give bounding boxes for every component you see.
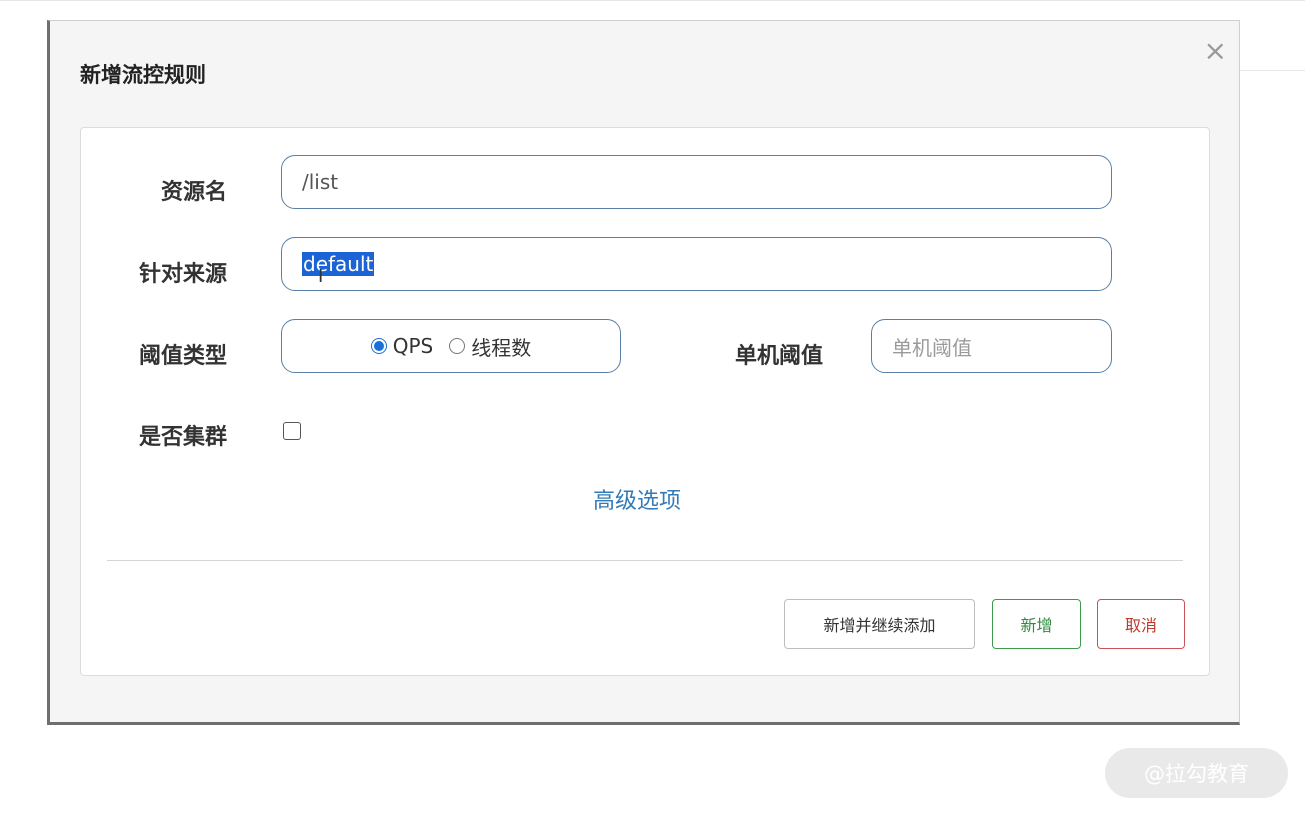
radio-unchecked-icon[interactable]: [449, 338, 466, 354]
page: 新增流控规则 × 资源名 /list 针对来源 default I 阈值类型 Q…: [0, 0, 1305, 816]
single-threshold-label: 单机阈值: [734, 344, 823, 369]
single-threshold-placeholder: 单机阈值: [892, 335, 972, 360]
origin-value-selected: default: [302, 252, 375, 276]
footer-divider: [107, 560, 1183, 561]
cancel-button[interactable]: 取消: [1097, 599, 1185, 649]
form-panel: 资源名 /list 针对来源 default I 阈值类型 QPS 线程数 单机…: [80, 127, 1210, 676]
bg-line: [0, 0, 1305, 1]
origin-label: 针对来源: [138, 262, 227, 287]
threshold-type-label: 阈值类型: [138, 344, 227, 369]
dialog-title: 新增流控规则: [80, 63, 206, 87]
origin-input[interactable]: default I: [281, 237, 1112, 291]
add-and-continue-button[interactable]: 新增并继续添加: [784, 599, 975, 649]
add-button[interactable]: 新增: [992, 599, 1081, 649]
threshold-type-radio-group: QPS 线程数: [281, 319, 621, 373]
radio-label-threads: 线程数: [471, 335, 532, 360]
radio-checked-icon[interactable]: [370, 338, 387, 354]
resource-name-label: 资源名: [160, 180, 227, 205]
radio-option-threads[interactable]: 线程数: [449, 332, 531, 361]
single-threshold-input[interactable]: 单机阈值: [871, 319, 1112, 373]
text-cursor-icon: I: [318, 266, 324, 287]
radio-label-qps: QPS: [392, 334, 434, 358]
resource-name-input[interactable]: /list: [281, 155, 1112, 209]
add-flow-rule-dialog: 新增流控规则 × 资源名 /list 针对来源 default I 阈值类型 Q…: [47, 20, 1240, 725]
advanced-options-link[interactable]: 高级选项: [593, 483, 681, 515]
close-icon[interactable]: ×: [1204, 37, 1227, 65]
cluster-label: 是否集群: [138, 425, 227, 450]
radio-option-qps[interactable]: QPS: [370, 334, 434, 358]
cluster-checkbox[interactable]: [283, 422, 301, 440]
watermark: @拉勾教育: [1105, 748, 1288, 798]
resource-name-value: /list: [302, 170, 339, 194]
bg-line: [1240, 70, 1305, 71]
